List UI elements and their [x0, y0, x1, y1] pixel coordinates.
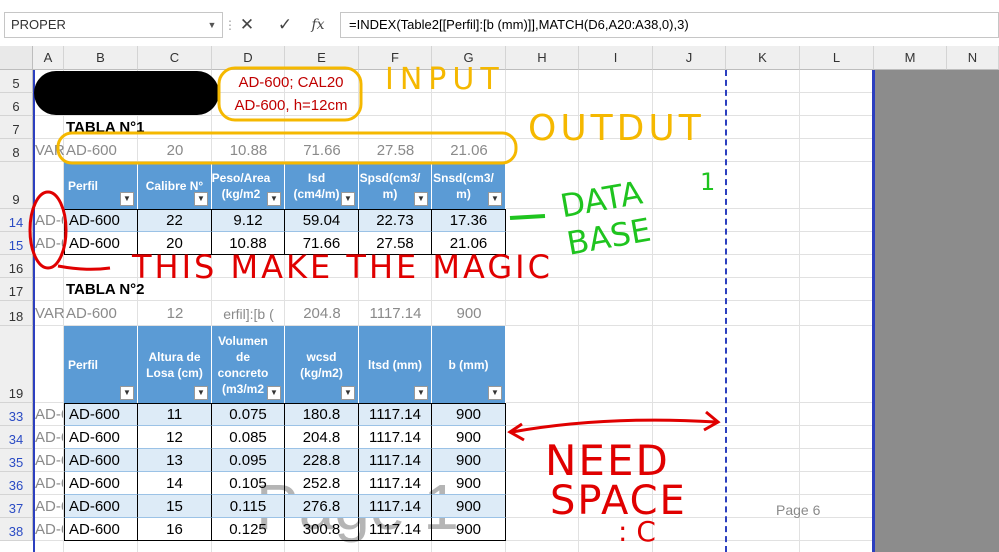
input-annotation: INPUT: [385, 62, 505, 97]
output-annotation: OUTDUT: [528, 108, 705, 149]
database-number-annotation: 1: [700, 168, 716, 196]
need-space-arrow: [511, 418, 717, 434]
magic-annotation: THIS MAKE THE MAGIC: [132, 248, 553, 286]
magic-underline: [57, 264, 111, 271]
database-dash: [509, 214, 546, 220]
output-highlight-box: [56, 131, 518, 165]
magic-circle: [28, 190, 68, 270]
sad-face-annotation: : C: [618, 515, 656, 548]
input-highlight-box: [217, 66, 363, 122]
